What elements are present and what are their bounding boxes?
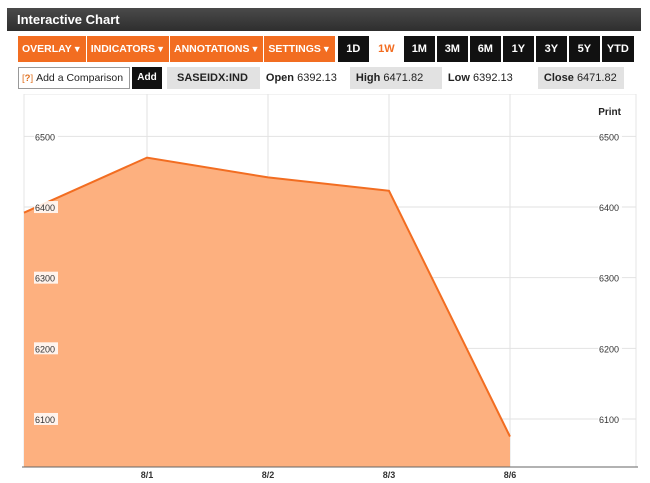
y-tick-label-right: 6500 [599, 132, 619, 142]
y-tick-label-left: 6500 [35, 132, 55, 142]
chart-window-title: Interactive Chart [7, 8, 641, 31]
x-tick-label: 8/2 [262, 470, 275, 480]
range-1w-button[interactable]: 1W [370, 36, 402, 62]
y-tick-label-left: 6100 [35, 415, 55, 425]
y-tick-label-left: 6200 [35, 344, 55, 354]
annotations-menu-label: ANNOTATIONS [174, 43, 250, 55]
high-label: High [355, 72, 381, 84]
high-stat: High 6471.82 [349, 67, 442, 89]
quote-info-row: [?] Add a Comparison Add SASEIDX:IND Ope… [18, 67, 624, 89]
low-label: Low [447, 72, 470, 84]
add-comparison-button[interactable]: Add [132, 67, 162, 89]
settings-menu-label: SETTINGS [268, 43, 321, 55]
range-3m-button[interactable]: 3M [436, 36, 468, 62]
open-value: 6392.13 [297, 72, 337, 84]
high-value: 6471.82 [383, 72, 424, 84]
help-icon-glyph: ? [24, 72, 31, 84]
range-6m-button[interactable]: 6M [469, 36, 501, 62]
overlay-menu-label: OVERLAY [22, 43, 72, 55]
y-tick-label-right: 6400 [599, 203, 619, 213]
help-icon[interactable]: [?] [22, 73, 33, 84]
overlay-menu[interactable]: OVERLAY▼ [18, 36, 86, 62]
indicators-menu-label: INDICATORS [90, 43, 156, 55]
print-link[interactable]: Print [598, 107, 621, 118]
ticker-symbol: SASEIDX:IND [167, 67, 260, 89]
indicators-menu[interactable]: INDICATORS▼ [86, 36, 170, 62]
range-ytd-button[interactable]: YTD [601, 36, 634, 62]
close-label: Close [543, 72, 574, 84]
range-3y-button[interactable]: 3Y [535, 36, 567, 62]
range-5y-button[interactable]: 5Y [568, 36, 600, 62]
low-value: 6392.13 [472, 72, 513, 84]
chevron-down-icon: ▼ [250, 44, 260, 54]
chevron-down-icon: ▼ [321, 44, 331, 54]
x-tick-labels: 8/1 8/2 8/3 8/6 [141, 470, 517, 480]
range-1m-button[interactable]: 1M [403, 36, 435, 62]
y-tick-label-right: 6300 [599, 274, 619, 284]
range-1d-button[interactable]: 1D [337, 36, 369, 62]
y-tick-label-left: 6300 [35, 274, 55, 284]
chart-toolbar: OVERLAY▼ INDICATORS▼ ANNOTATIONS▼ SETTIN… [18, 36, 634, 62]
comparison-input[interactable]: [?] Add a Comparison [18, 67, 130, 89]
settings-menu[interactable]: SETTINGS▼ [264, 36, 335, 62]
range-1y-button[interactable]: 1Y [502, 36, 534, 62]
close-value: 6471.82 [576, 72, 617, 84]
y-tick-label-right: 6200 [599, 344, 619, 354]
x-tick-label: 8/6 [504, 470, 517, 480]
annotations-menu[interactable]: ANNOTATIONS▼ [170, 36, 264, 62]
chevron-down-icon: ▼ [156, 44, 166, 54]
x-tick-label: 8/1 [141, 470, 154, 480]
y-tick-label-right: 6100 [599, 415, 619, 425]
chevron-down-icon: ▼ [72, 44, 82, 54]
price-chart: 6100 6100 6200 6200 6300 6300 6400 6400 6500 6500… [22, 94, 638, 480]
comparison-placeholder: Add a Comparison [36, 72, 124, 84]
low-stat: Low 6392.13 [442, 67, 538, 89]
open-stat: Open 6392.13 [260, 67, 350, 89]
y-tick-label-left: 6400 [35, 203, 55, 213]
x-tick-label: 8/3 [383, 470, 396, 480]
close-stat: Close 6471.82 [537, 67, 624, 89]
open-label: Open [265, 72, 295, 84]
